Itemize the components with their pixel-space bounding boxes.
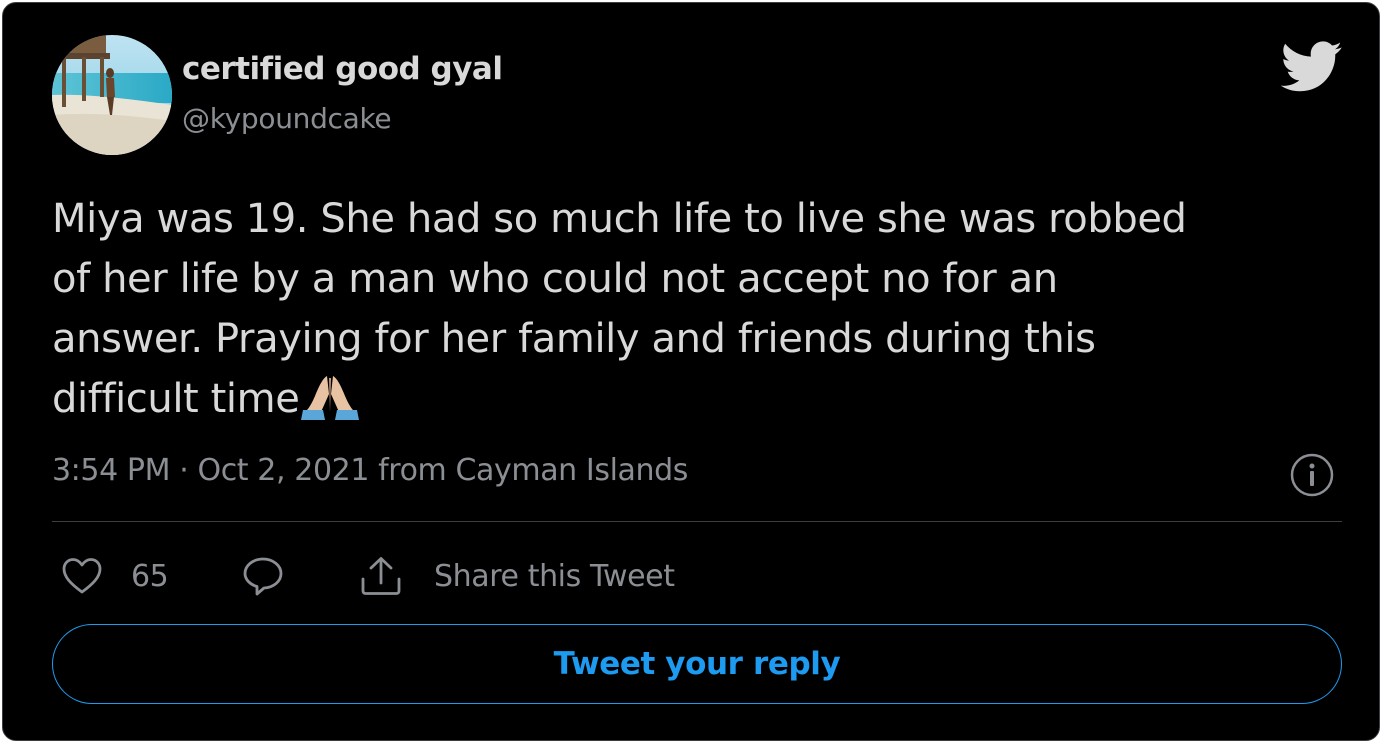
share-label: Share this Tweet (434, 558, 675, 594)
share-button[interactable]: Share this Tweet (358, 551, 675, 601)
tweet-text-line: answer. Praying for her family and frien… (52, 316, 1096, 362)
beach-avatar-image (52, 35, 172, 155)
speech-bubble-icon (241, 555, 285, 597)
tweet-text-last-line: difficult time (52, 369, 1352, 429)
tweet-text-line: difficult time (52, 376, 300, 422)
divider (52, 521, 1342, 522)
avatar[interactable] (52, 35, 172, 155)
tweet-text-line: of her life by a man who could not accep… (52, 256, 1058, 302)
like-count: 65 (131, 558, 169, 594)
tweet-your-reply-button[interactable]: Tweet your reply (52, 624, 1342, 704)
folded-hands-emoji (299, 372, 361, 420)
author-display-name[interactable]: certified good gyal (182, 51, 503, 87)
tweet-text: Miya was 19. She had so much life to liv… (52, 189, 1352, 429)
share-upload-icon (358, 555, 404, 597)
tweet-actions: 65 Share this Tweet (52, 551, 1342, 601)
author-handle[interactable]: @kypoundcake (182, 102, 392, 135)
info-icon[interactable] (1289, 452, 1335, 498)
like-button[interactable]: 65 (61, 551, 169, 601)
tweet-embed-card: certified good gyal @kypoundcake Miya wa… (2, 2, 1380, 741)
tweet-text-line: Miya was 19. She had so much life to liv… (52, 196, 1187, 242)
tweet-timestamp[interactable]: 3:54 PM · Oct 2, 2021 from Cayman Island… (52, 453, 688, 488)
heart-icon (61, 556, 103, 596)
reply-button[interactable] (241, 551, 285, 601)
twitter-bird-icon[interactable] (1280, 41, 1343, 93)
